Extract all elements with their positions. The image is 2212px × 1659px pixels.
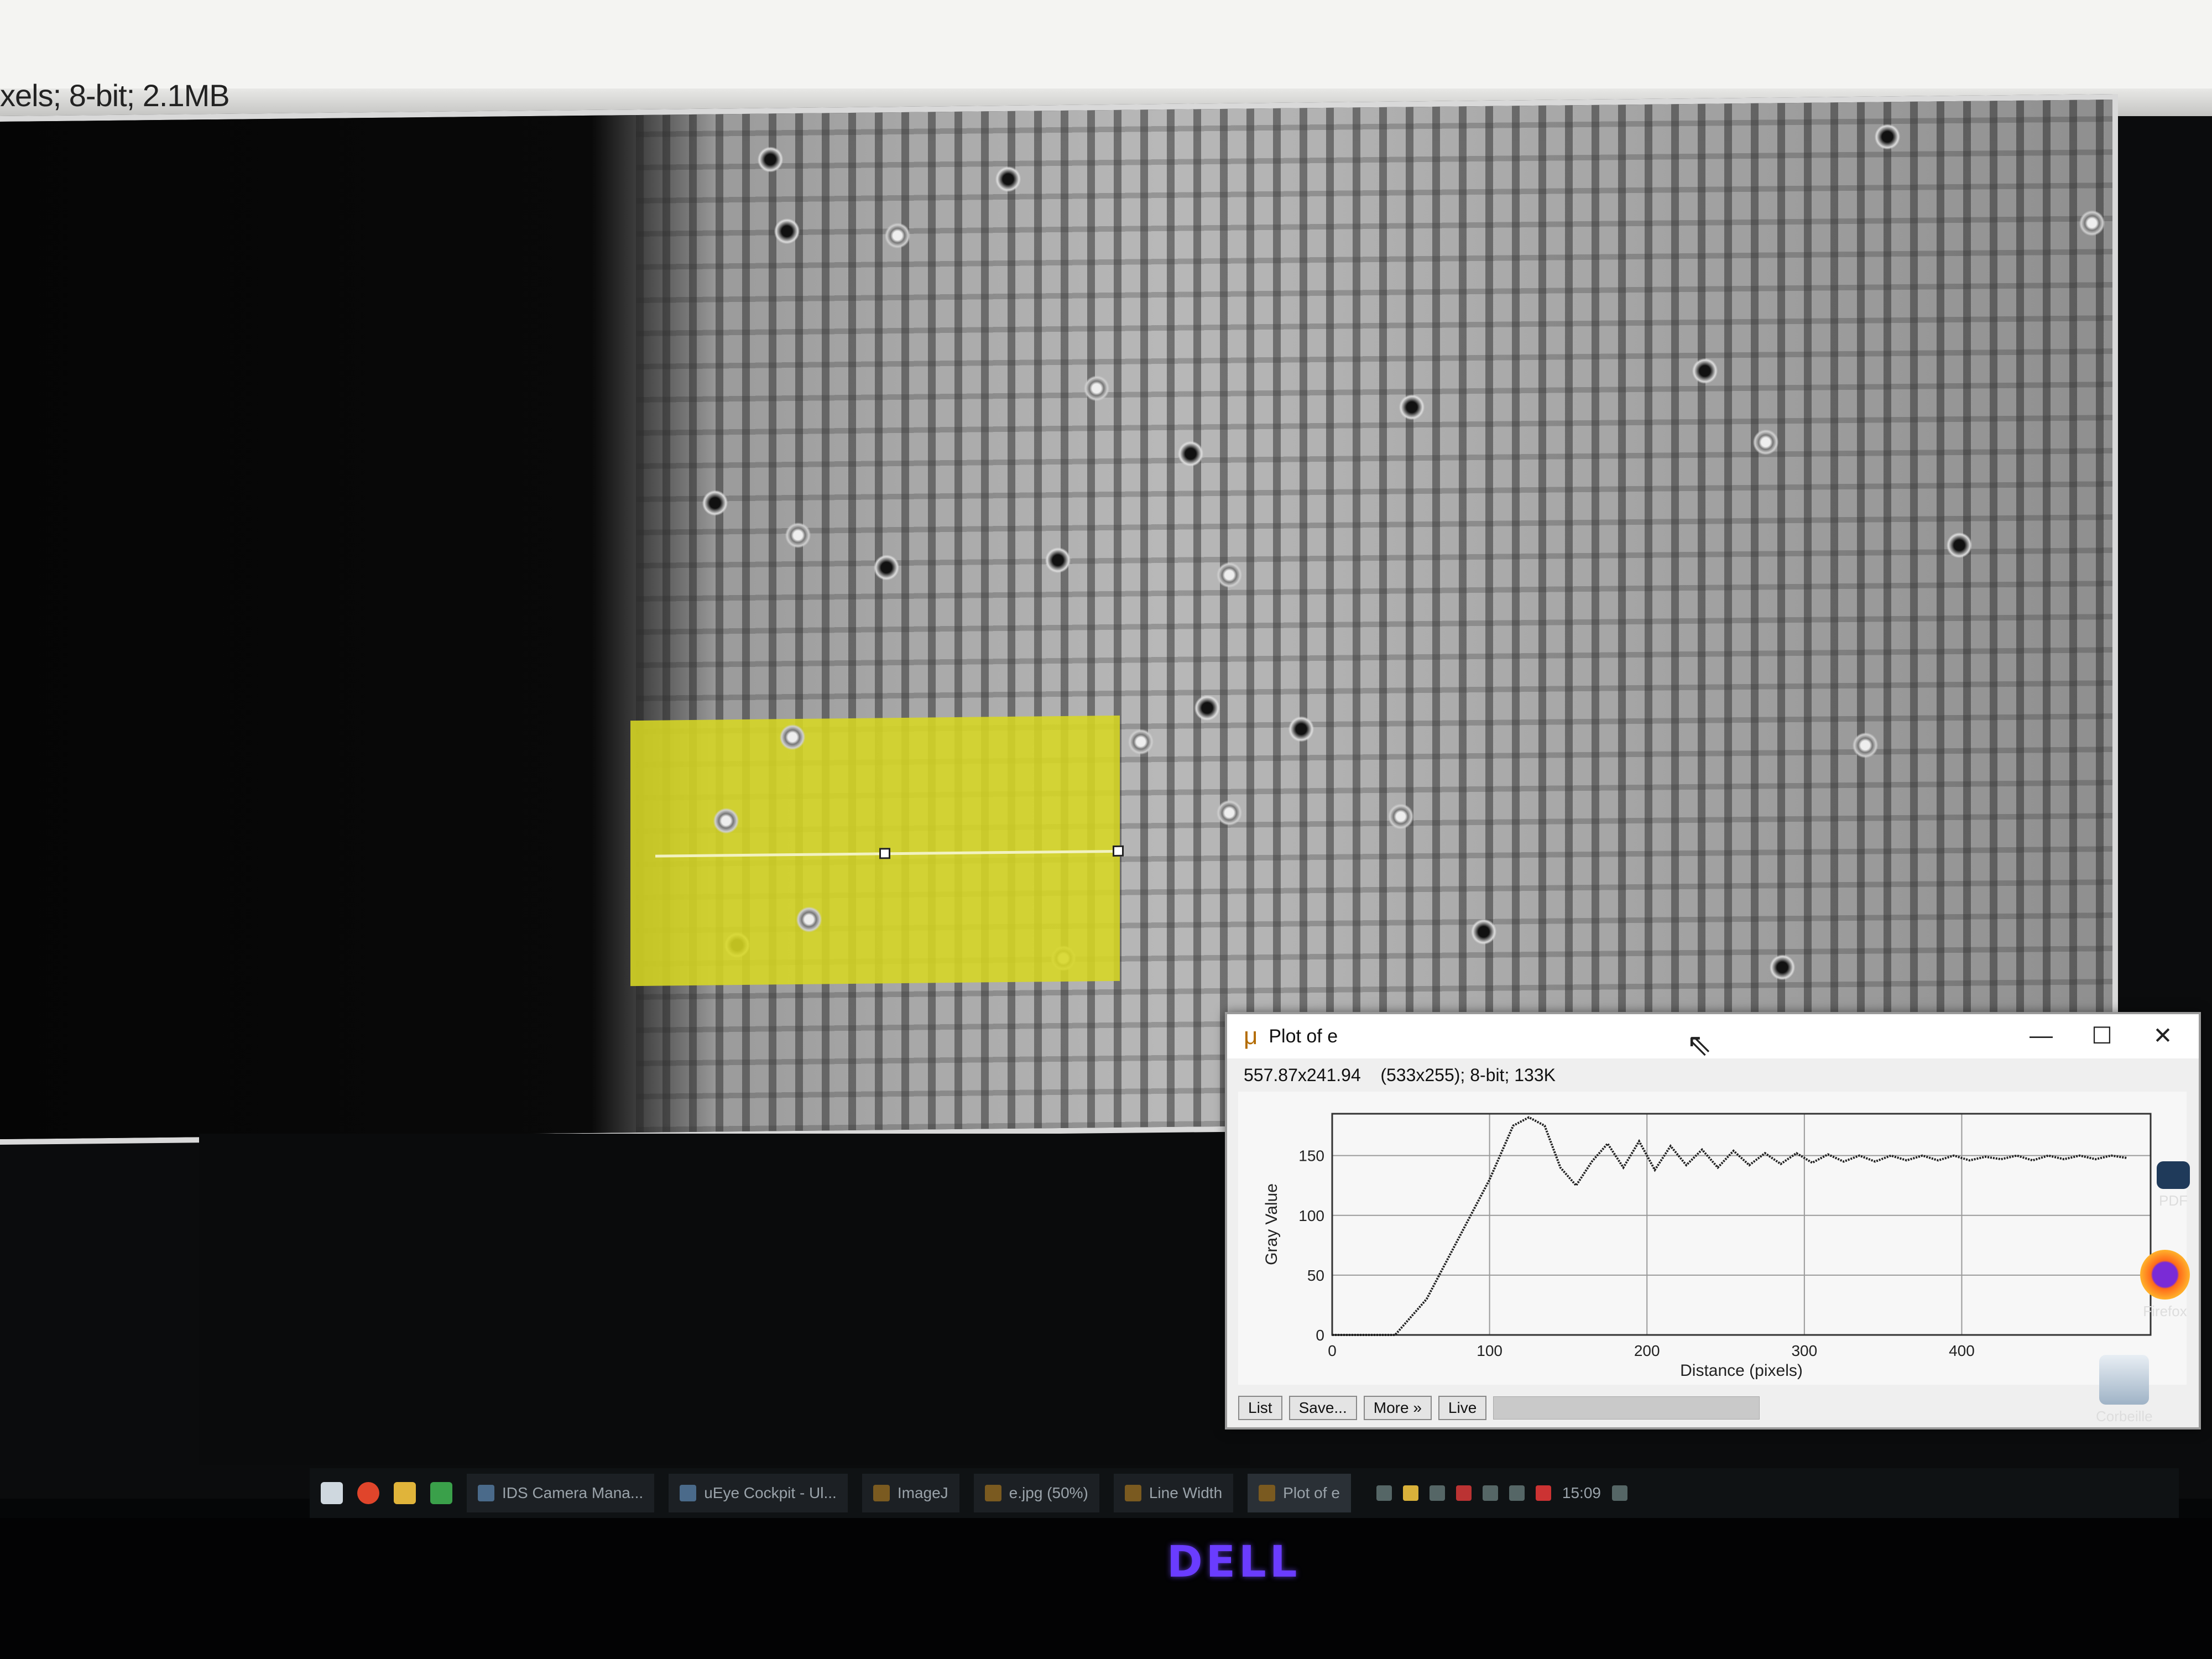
particle bbox=[1288, 716, 1314, 742]
line-end-handle[interactable] bbox=[1113, 845, 1124, 857]
taskbar-item-label: Line Width bbox=[1149, 1484, 1223, 1501]
pdf-icon bbox=[2157, 1161, 2190, 1189]
particle bbox=[785, 522, 811, 549]
desktop-icon-firefox[interactable]: Firefox bbox=[2140, 1250, 2190, 1320]
particle bbox=[713, 808, 739, 834]
list-button[interactable]: List bbox=[1238, 1396, 1282, 1420]
x-tick-label: 100 bbox=[1477, 1342, 1503, 1359]
desktop-icon-label: PDF bbox=[2159, 1192, 2188, 1209]
y-tick-label: 150 bbox=[1298, 1147, 1324, 1165]
y-tick-label: 0 bbox=[1316, 1327, 1324, 1344]
tray-wifi-icon[interactable] bbox=[1482, 1485, 1498, 1501]
taskbar-item-label: ImageJ bbox=[897, 1484, 948, 1501]
monitor-bezel bbox=[0, 1518, 2212, 1659]
plot-window[interactable]: μ Plot of e ⇖ — ☐ ✕ 557.87x241.94 (533x2… bbox=[1225, 1012, 2201, 1430]
desktop-icon-recycle-bin[interactable]: Corbeille bbox=[2096, 1355, 2153, 1425]
desktop-icon-label: Corbeille bbox=[2096, 1408, 2153, 1425]
particle bbox=[1853, 732, 1878, 758]
particle bbox=[1875, 124, 1900, 150]
taskbar-item-ueye-cockpit[interactable]: uEye Cockpit - Ul... bbox=[669, 1474, 848, 1512]
file-explorer-icon[interactable] bbox=[394, 1482, 416, 1504]
live-button[interactable]: Live bbox=[1438, 1396, 1487, 1420]
taskbar-item-label: IDS Camera Mana... bbox=[502, 1484, 644, 1501]
microscope-image[interactable] bbox=[0, 100, 2112, 1140]
taskbar-item-label: e.jpg (50%) bbox=[1009, 1484, 1088, 1501]
tray-folder-icon[interactable] bbox=[1402, 1485, 1418, 1501]
particle bbox=[1045, 547, 1071, 573]
taskbar-item-e-jpg[interactable]: e.jpg (50%) bbox=[973, 1474, 1099, 1512]
particle bbox=[1753, 429, 1778, 455]
taskbar-item-imagej[interactable]: ImageJ bbox=[862, 1474, 959, 1512]
profile-plot[interactable]: 0 100 200 300 400 0 50 100 150 Distance (pixels)… bbox=[1227, 1014, 2199, 1396]
tray-alert-icon[interactable] bbox=[1455, 1485, 1472, 1501]
particle bbox=[874, 555, 899, 581]
particle bbox=[796, 906, 822, 932]
particle bbox=[1770, 954, 1795, 980]
particle bbox=[1128, 729, 1154, 755]
particle bbox=[1399, 394, 1425, 420]
firefox-icon bbox=[2140, 1250, 2190, 1300]
imagej-icon bbox=[873, 1485, 890, 1501]
imagej-icon bbox=[984, 1485, 1001, 1501]
tray-language-icon[interactable] bbox=[1535, 1485, 1551, 1501]
taskbar-item-plot-of-e[interactable]: Plot of e bbox=[1248, 1474, 1351, 1512]
particle bbox=[1178, 441, 1203, 467]
x-tick-label: 200 bbox=[1634, 1342, 1660, 1359]
image-window[interactable] bbox=[0, 93, 2118, 1145]
particle bbox=[995, 166, 1021, 192]
taskbar-item-label: uEye Cockpit - Ul... bbox=[704, 1484, 837, 1501]
tray-volume-icon[interactable] bbox=[1509, 1485, 1525, 1501]
image-info-line: xels; 8-bit; 2.1MB bbox=[0, 78, 230, 113]
desktop-icon-label: Firefox bbox=[2143, 1303, 2187, 1319]
imagej-icon bbox=[1259, 1485, 1276, 1501]
more-button[interactable]: More » bbox=[1363, 1396, 1432, 1420]
x-tick-label: 400 bbox=[1949, 1342, 1975, 1359]
app-green-icon[interactable] bbox=[430, 1482, 452, 1504]
plot-button-bar: List Save... More » Live bbox=[1238, 1396, 1760, 1420]
particle bbox=[702, 490, 728, 516]
particle bbox=[1388, 804, 1413, 830]
y-axis-label: Gray Value bbox=[1262, 1183, 1281, 1265]
particle bbox=[1217, 800, 1242, 826]
particle bbox=[1692, 358, 1718, 384]
taskbar-item-line-width[interactable]: Line Width bbox=[1113, 1474, 1234, 1512]
x-tick-label: 300 bbox=[1791, 1342, 1817, 1359]
taskbar: IDS Camera Mana... uEye Cockpit - Ul... … bbox=[310, 1468, 2179, 1518]
particle bbox=[885, 222, 910, 249]
tray-network-icon[interactable] bbox=[1429, 1485, 1445, 1501]
particle bbox=[1471, 919, 1496, 945]
particle bbox=[1194, 695, 1220, 721]
app-tomato-icon[interactable] bbox=[357, 1482, 379, 1504]
save-button[interactable]: Save... bbox=[1288, 1396, 1357, 1420]
taskbar-clock[interactable]: 15:09 bbox=[1562, 1484, 1601, 1502]
plot-background bbox=[1238, 1092, 2187, 1385]
ueye-icon bbox=[680, 1485, 697, 1501]
imagej-icon bbox=[1124, 1485, 1141, 1501]
ids-camera-icon bbox=[478, 1485, 494, 1501]
line-midpoint-handle[interactable] bbox=[879, 848, 890, 859]
monitor-brand-logo: DELL bbox=[1167, 1537, 1301, 1587]
y-tick-label: 50 bbox=[1307, 1267, 1324, 1284]
lower-screen-area bbox=[199, 1134, 1250, 1465]
recycle-bin-icon bbox=[2099, 1355, 2150, 1405]
y-tick-label: 100 bbox=[1298, 1207, 1324, 1224]
taskbar-item-ids-camera[interactable]: IDS Camera Mana... bbox=[467, 1474, 655, 1512]
particle bbox=[774, 218, 800, 244]
particle bbox=[1217, 562, 1242, 588]
notification-icon[interactable] bbox=[1611, 1485, 1627, 1501]
desktop-icon-pdf[interactable]: PDF bbox=[2157, 1161, 2190, 1209]
particle bbox=[1947, 532, 1972, 559]
tray-settings-icon[interactable] bbox=[1376, 1485, 1392, 1501]
system-tray: 15:09 bbox=[1376, 1484, 1627, 1502]
particle bbox=[1084, 375, 1109, 401]
start-windows-icon[interactable] bbox=[321, 1482, 343, 1504]
plot-status-field bbox=[1493, 1396, 1760, 1420]
particle bbox=[780, 724, 805, 750]
x-tick-label: 0 bbox=[1328, 1342, 1337, 1359]
taskbar-item-label: Plot of e bbox=[1283, 1484, 1340, 1501]
particle bbox=[758, 147, 783, 173]
x-axis-label: Distance (pixels) bbox=[1680, 1361, 1803, 1380]
particle bbox=[2079, 210, 2105, 236]
